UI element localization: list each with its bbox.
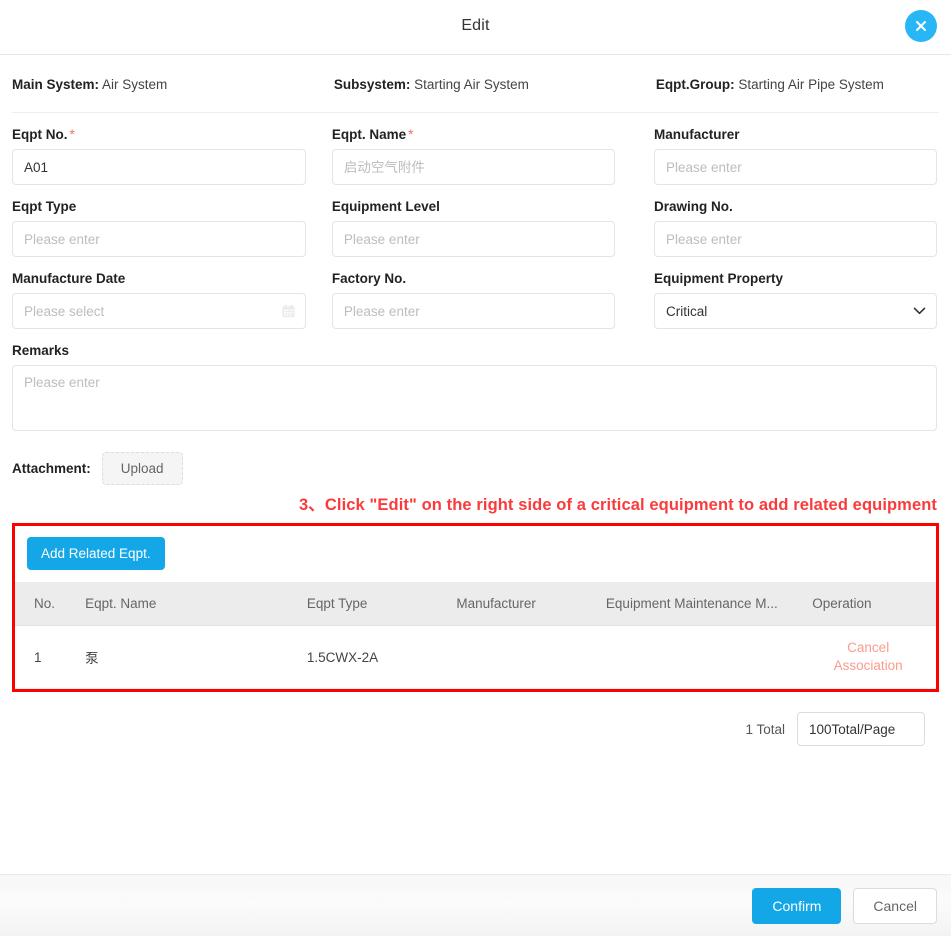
drawing-no-input[interactable] [653,221,937,257]
equipment-property-label: Equipment Property [653,271,783,286]
col-operation: Operation [812,582,936,626]
factory-no-label: Factory No. [331,271,407,286]
cancel-association-link[interactable]: Cancel Association [812,639,924,675]
manufacture-date-wrap [12,293,306,329]
upload-button[interactable]: Upload [101,452,183,485]
add-related-eqpt-button[interactable]: Add Related Eqpt. [27,537,165,570]
eqpt-group-label: Eqpt.Group: [655,77,735,92]
related-toolbar: Add Related Eqpt. [15,526,936,582]
meta-eqpt-group: Eqpt.Group: Starting Air Pipe System [630,77,939,92]
page-title: Edit [461,17,490,34]
table-body: 1 泵 1.5CWX-2A Cancel Association [15,625,936,690]
field-eqpt-type: Eqpt Type [12,199,321,257]
related-equipment-table: No. Eqpt. Name Eqpt Type Manufacturer Eq… [15,582,936,690]
factory-no-input[interactable] [331,293,615,329]
table-row: 1 泵 1.5CWX-2A Cancel Association [15,625,936,690]
confirm-button[interactable]: Confirm [752,887,842,924]
cell-operation: Cancel Association [812,625,936,690]
close-icon [913,18,929,34]
cell-manufacturer [456,625,606,690]
eqpt-no-input[interactable] [12,149,306,185]
form-row-2: Eqpt Type Equipment Level Drawing No. [12,199,939,257]
subsystem-label: Subsystem: [333,77,411,92]
eqpt-group-value: Starting Air Pipe System [738,77,884,92]
dialog-header: Edit [0,0,951,55]
manufacture-date-input[interactable] [12,293,306,329]
col-no: No. [15,582,86,626]
page-size-wrap: 100Total/Page [797,712,925,747]
equipment-property-select[interactable]: Critical [653,293,937,329]
form-row-1: Eqpt No.* Eqpt. Name* Manufacturer [12,127,939,185]
cell-no: 1 [15,625,86,690]
cell-eqpt-type: 1.5CWX-2A [306,625,457,690]
main-system-value: Air System [102,77,168,92]
meta-main-system: Main System: Air System [12,77,321,92]
close-button[interactable] [905,10,937,42]
col-manufacturer: Manufacturer [456,582,606,626]
field-equipment-level: Equipment Level [321,199,630,257]
field-eqpt-no: Eqpt No. * [12,127,321,185]
cell-maintenance [605,625,813,690]
table-header-row: No. Eqpt. Name Eqpt Type Manufacturer Eq… [15,582,936,626]
cell-eqpt-name: 泵 [85,625,307,690]
field-eqpt-name: Eqpt. Name * [321,127,630,185]
equipment-level-input[interactable] [331,221,615,257]
remarks-label: Remarks [12,343,70,358]
attachment-row: Attachment: Upload [12,452,939,485]
field-drawing-no: Drawing No. [630,199,939,257]
page-size-select[interactable]: 100Total/Page [797,712,925,747]
annotation-text: 3、Click "Edit" on the right side of a cr… [299,496,937,514]
subsystem-value: Starting Air System [414,77,529,92]
field-remarks: Remarks [12,343,939,436]
eqpt-name-label-text: Eqpt. Name [331,127,407,142]
dialog-footer: Confirm Cancel [0,874,951,936]
form-row-3: Manufacture Date Please select Factory N… [12,271,939,329]
field-manufacturer: Manufacturer [630,127,939,185]
eqpt-type-input[interactable] [12,221,306,257]
dialog-body: Main System: Air System Subsystem: Start… [0,55,951,874]
col-eqpt-name: Eqpt. Name [85,582,307,626]
manufacture-date-label: Manufacture Date [12,271,126,286]
eqpt-name-label: Eqpt. Name * [332,127,615,142]
eqpt-no-label: Eqpt No. * [12,127,306,142]
pagination: 1 Total 100Total/Page [12,692,939,747]
meta-subsystem: Subsystem: Starting Air System [321,77,630,92]
manufacturer-label: Manufacturer [653,127,740,142]
field-factory-no: Factory No. [321,271,630,329]
required-marker: * [69,127,75,142]
field-manufacture-date: Manufacture Date [12,271,321,329]
eqpt-no-label-text: Eqpt No. [12,127,68,142]
edit-dialog: Edit Main System: Air System Subsystem: … [0,0,951,936]
remarks-textarea[interactable] [12,365,937,431]
related-equipment-panel: Add Related Eqpt. No. Eqpt. Name Eqpt Ty… [12,523,939,693]
col-maintenance: Equipment Maintenance M... [605,582,813,626]
drawing-no-label: Drawing No. [653,199,733,214]
main-system-label: Main System: [12,77,100,92]
equipment-level-label: Equipment Level [331,199,440,214]
eqpt-type-label: Eqpt Type [12,199,77,214]
eqpt-name-input[interactable] [331,149,615,185]
col-eqpt-type: Eqpt Type [306,582,457,626]
manufacturer-input[interactable] [653,149,937,185]
field-equipment-property: Equipment Property Critical [630,271,939,329]
system-meta-row: Main System: Air System Subsystem: Start… [12,55,939,113]
cancel-button[interactable]: Cancel [853,887,937,924]
table-head: No. Eqpt. Name Eqpt Type Manufacturer Eq… [15,582,936,626]
equipment-property-wrap: Critical [653,293,937,329]
attachment-label: Attachment: [12,461,91,476]
pagination-total: 1 Total [745,721,785,737]
required-marker: * [408,127,414,142]
